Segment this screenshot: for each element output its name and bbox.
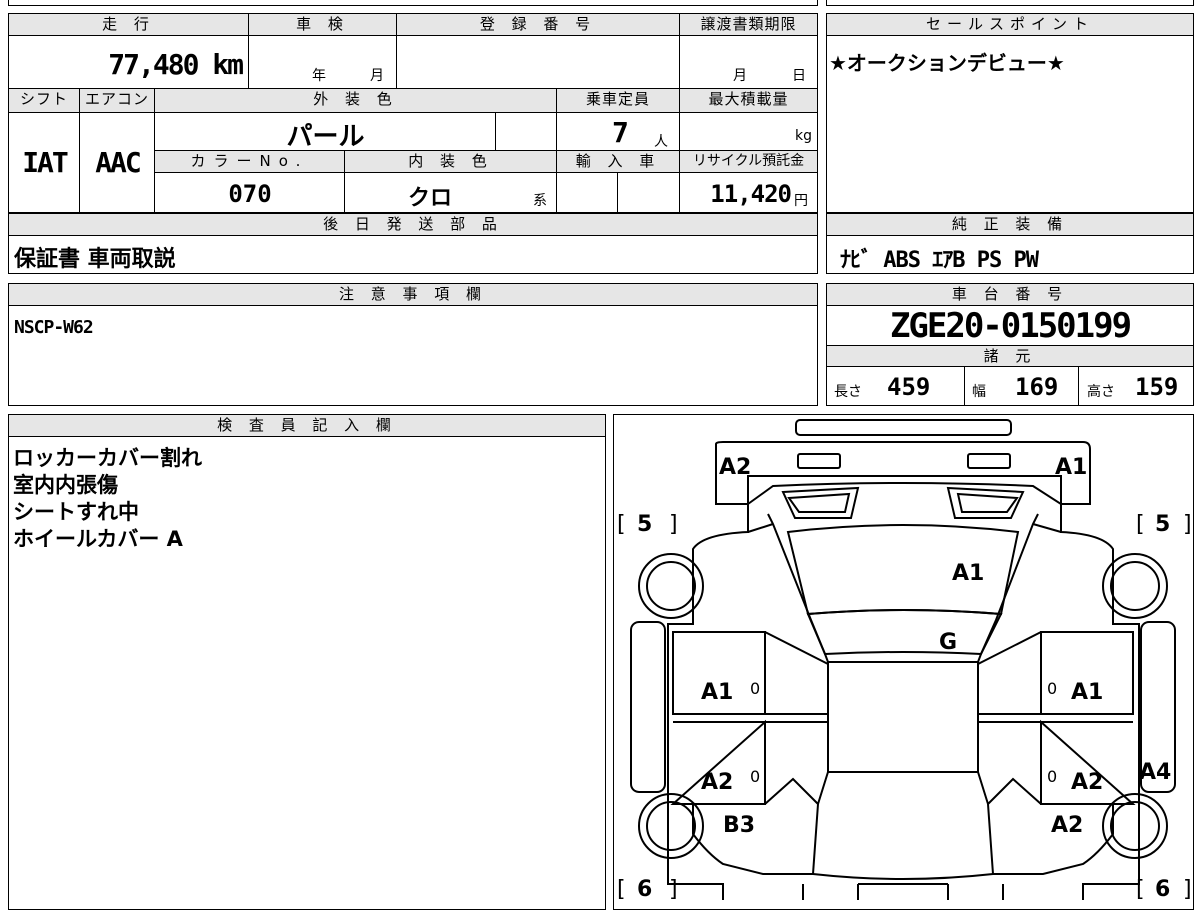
exterior-color-value: パール xyxy=(286,122,365,152)
ac-value: AAC xyxy=(95,146,142,179)
max-load-header: 最大積載量 xyxy=(680,89,817,113)
recycle-header: リサイクル預託金 xyxy=(680,151,817,173)
inspection-year-unit: 年 xyxy=(312,68,326,84)
mark-tire-rr: 6 xyxy=(1155,877,1170,900)
mark-tire-rl: 6 xyxy=(637,877,652,900)
mark-tire-fr: 5 xyxy=(1155,512,1170,537)
mark-door-rr: A2 xyxy=(1071,770,1103,795)
width-value: 169 xyxy=(1015,373,1059,401)
registration-header: 登 録 番 号 xyxy=(397,14,680,36)
chassis-number: ZGE20-0150199 xyxy=(889,306,1132,346)
mark-zero-fr: 0 xyxy=(1047,679,1057,698)
mark-door-rl: A2 xyxy=(701,770,733,795)
interior-color-header: 内 装 色 xyxy=(345,151,557,173)
inspection-month-unit: 月 xyxy=(370,68,384,84)
svg-text:[: [ xyxy=(617,877,626,900)
mark-roof: G xyxy=(939,630,957,655)
capacity-value: 7 xyxy=(612,116,629,149)
transfer-month-unit: 月 xyxy=(733,68,747,84)
registration-value xyxy=(397,36,680,89)
svg-text:]: ] xyxy=(669,877,678,900)
svg-text:]: ] xyxy=(1183,512,1192,537)
car-diagram: [] [] [] [] A2 A1 5 5 6 6 A1 G A1 A1 A2 … xyxy=(617,419,1192,900)
accessories-value: 保証書 車両取説 xyxy=(14,247,176,272)
inspector-line-4: ホイールカバー A xyxy=(13,527,183,551)
equipment-text: ﾅﾋﾞ ABS ｴｱB PS PW xyxy=(840,248,1039,273)
color-no-header: カラーNo. xyxy=(155,151,345,173)
mark-door-fr: A1 xyxy=(1071,680,1103,705)
mark-quarter-l: B3 xyxy=(723,813,755,838)
equipment-header: 純 正 装 備 xyxy=(827,214,1193,236)
shift-value: IAT xyxy=(22,146,69,179)
length-value: 459 xyxy=(887,373,931,401)
notes-text: NSCP-W62 xyxy=(14,317,94,338)
mark-side-r: A4 xyxy=(1139,760,1171,785)
svg-text:[: [ xyxy=(617,512,626,537)
notes-header: 注 意 事 項 欄 xyxy=(9,284,817,306)
inspector-header: 検 査 員 記 入 欄 xyxy=(9,415,605,437)
chassis-header: 車 台 番 号 xyxy=(827,284,1193,306)
specs-header: 諸 元 xyxy=(827,345,1193,367)
mark-door-fl: A1 xyxy=(701,680,733,705)
capacity-unit: 人 xyxy=(654,134,668,150)
inspection-header: 車 検 xyxy=(249,14,397,36)
interior-color-unit: 系 xyxy=(533,193,547,209)
mileage-header: 走 行 xyxy=(9,14,249,36)
inspector-line-1: ロッカーカバー割れ xyxy=(13,446,202,470)
inspector-line-3: シートすれ中 xyxy=(13,500,139,524)
recycle-fee-value: 11,420 xyxy=(710,180,792,208)
svg-text:]: ] xyxy=(1183,877,1192,900)
svg-text:[: [ xyxy=(1136,877,1145,900)
svg-text:]: ] xyxy=(669,512,678,537)
accessories-header: 後 日 発 送 部 品 xyxy=(9,214,817,236)
height-label: 高さ xyxy=(1087,384,1115,400)
inspector-line-2: 室内内張傷 xyxy=(13,473,118,497)
ac-header: エアコン xyxy=(80,89,155,113)
mark-zero-fl: 0 xyxy=(750,679,760,698)
sales-point-text: ★オークションデビュー★ xyxy=(829,51,1065,75)
svg-text:[: [ xyxy=(1136,512,1145,537)
import-header: 輸 入 車 xyxy=(557,151,680,173)
height-value: 159 xyxy=(1135,373,1179,401)
sales-point-header: セールスポイント xyxy=(827,14,1193,36)
mark-front-right: A1 xyxy=(1055,455,1087,480)
transfer-deadline-header: 譲渡書類期限 xyxy=(680,14,817,36)
exterior-color-header: 外 装 色 xyxy=(155,89,557,113)
max-load-unit: kg xyxy=(795,128,812,144)
mark-zero-rr: 0 xyxy=(1047,767,1057,786)
capacity-header: 乗車定員 xyxy=(557,89,680,113)
recycle-fee-unit: 円 xyxy=(794,193,808,209)
shift-header: シフト xyxy=(9,89,80,113)
mark-front-left: A2 xyxy=(719,455,751,480)
sales-point-box xyxy=(826,13,1194,213)
length-label: 長さ xyxy=(834,384,862,400)
mark-quarter-r: A2 xyxy=(1051,813,1083,838)
mark-zero-rl: 0 xyxy=(750,767,760,786)
mark-tire-fl: 5 xyxy=(637,512,652,537)
transfer-day-unit: 日 xyxy=(792,68,806,84)
mileage-value: 77,480 km xyxy=(108,48,244,81)
interior-color-value: クロ xyxy=(407,186,452,211)
mark-windshield: A1 xyxy=(952,561,984,586)
color-no-value: 070 xyxy=(228,180,272,208)
width-label: 幅 xyxy=(972,384,986,400)
